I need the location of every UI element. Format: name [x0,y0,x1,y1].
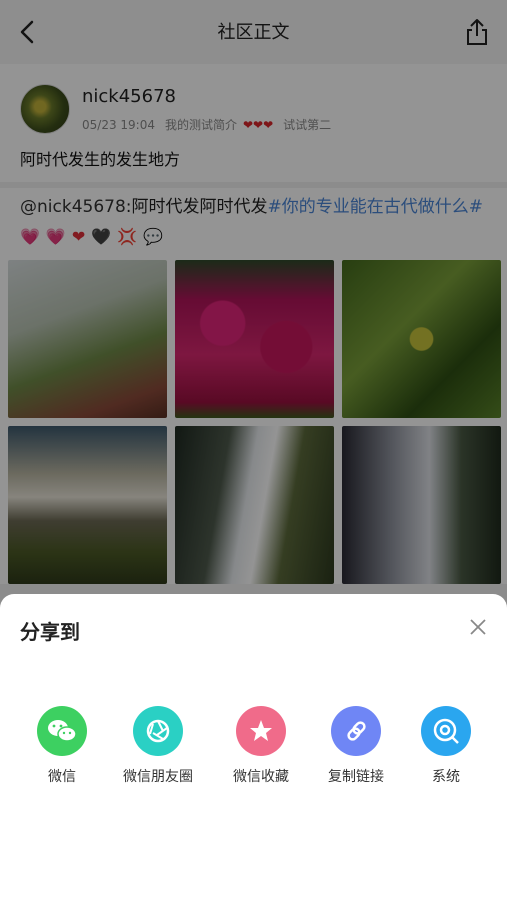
moments-icon [133,706,183,756]
close-icon [470,619,486,635]
link-icon [331,706,381,756]
share-copy-link-button[interactable]: 复制链接 [306,706,406,796]
share-target-label: 微信 [48,769,76,785]
favorite-star-icon [236,706,286,756]
share-favorite-button[interactable]: 微信收藏 [211,706,311,796]
share-sheet-title: 分享到 [20,620,80,644]
share-target-label: 系统 [432,769,460,785]
share-system-button[interactable]: 系统 [396,706,496,796]
share-target-label: 复制链接 [328,769,384,785]
system-share-icon [421,706,471,756]
share-wechat-button[interactable]: 微信 [12,706,112,796]
post-detail-page: 社区正文 nick45678 05/23 19:04 我的测试简介 ❤❤❤ 试试第二 … [0,0,507,900]
share-target-label: 微信收藏 [233,769,289,785]
share-sheet: 分享到 微信 微信朋友圈 微信收藏 复制链接 系统 [0,594,507,900]
share-target-label: 微信朋友圈 [123,769,193,785]
share-moments-button[interactable]: 微信朋友圈 [108,706,208,796]
close-button[interactable] [469,618,487,636]
share-targets: 微信 微信朋友圈 微信收藏 复制链接 系统 [0,706,507,796]
wechat-icon [37,706,87,756]
